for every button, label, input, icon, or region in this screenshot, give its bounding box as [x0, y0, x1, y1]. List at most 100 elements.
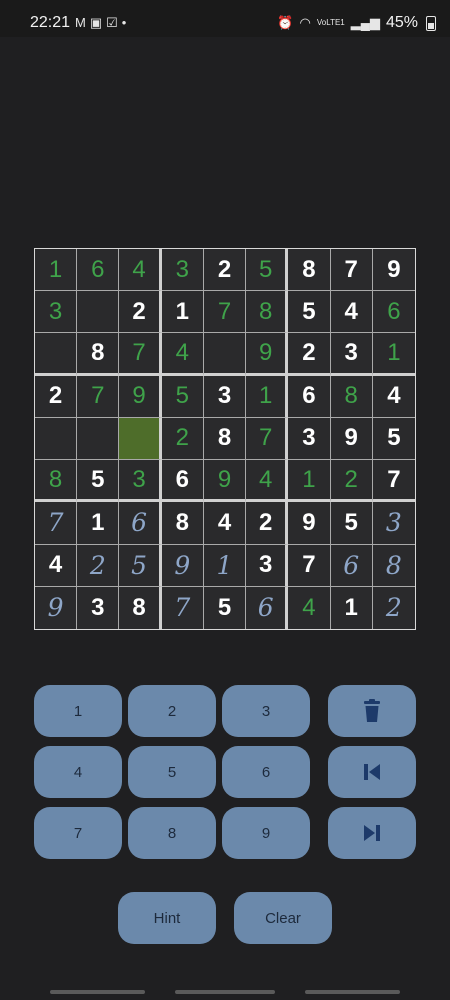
board-cell-r6c5[interactable]: 9: [203, 460, 247, 503]
board-cell-r9c6[interactable]: 6: [246, 586, 289, 629]
board-cell-r2c9[interactable]: 6: [372, 291, 415, 334]
board-cell-r2c6[interactable]: 8: [246, 291, 289, 334]
board-cell-r7c1[interactable]: 7: [35, 502, 78, 545]
board-cell-r5c1[interactable]: [35, 417, 78, 461]
board-cell-r8c3[interactable]: 5: [119, 544, 162, 587]
notification-icons: M▣☑•: [75, 15, 130, 31]
board-cell-r5c9[interactable]: 5: [372, 417, 415, 461]
board-cell-r7c8[interactable]: 5: [330, 502, 373, 545]
board-cell-r9c7[interactable]: 4: [288, 586, 331, 629]
board-cell-r9c9[interactable]: 2: [372, 586, 415, 629]
nav-back-hint: [305, 990, 400, 994]
board-cell-r6c1[interactable]: 8: [35, 460, 78, 503]
board-cell-r7c6[interactable]: 2: [246, 502, 289, 545]
board-cell-r3c5[interactable]: [203, 333, 247, 376]
board-cell-r1c5[interactable]: 2: [203, 249, 247, 292]
status-right: ⏰ ◠ VoLTE1 ▂▄▆ 45%: [277, 14, 436, 32]
key-4[interactable]: 4: [34, 746, 122, 798]
board-cell-r9c2[interactable]: 3: [77, 586, 120, 629]
board-cell-r8c8[interactable]: 6: [330, 544, 373, 587]
board-cell-r7c3[interactable]: 6: [119, 502, 162, 545]
board-cell-r1c9[interactable]: 9: [372, 249, 415, 292]
board-cell-r8c7[interactable]: 7: [288, 544, 331, 587]
board-cell-r1c2[interactable]: 6: [77, 249, 120, 292]
previous-button[interactable]: [328, 746, 416, 798]
board-cell-r5c6[interactable]: 7: [246, 417, 289, 461]
key-6[interactable]: 6: [222, 746, 310, 798]
board-cell-r3c8[interactable]: 3: [330, 333, 373, 376]
board-cell-r4c4[interactable]: 5: [161, 375, 204, 418]
board-cell-r6c8[interactable]: 2: [330, 460, 373, 503]
board-cell-r4c2[interactable]: 7: [77, 375, 120, 418]
board-cell-r5c5[interactable]: 8: [203, 417, 247, 461]
board-cell-r7c9[interactable]: 3: [372, 502, 415, 545]
board-cell-r5c8[interactable]: 9: [330, 417, 373, 461]
board-cell-r7c2[interactable]: 1: [77, 502, 120, 545]
board-cell-r6c4[interactable]: 6: [161, 460, 204, 503]
board-cell-r9c5[interactable]: 5: [203, 586, 247, 629]
board-cell-r6c2[interactable]: 5: [77, 460, 120, 503]
board-cell-r3c2[interactable]: 8: [77, 333, 120, 376]
board-cell-r9c8[interactable]: 1: [330, 586, 373, 629]
board-cell-r2c3[interactable]: 2: [119, 291, 162, 334]
gmail-icon: M: [75, 15, 90, 30]
board-cell-r5c7[interactable]: 3: [288, 417, 331, 461]
board-cell-r7c4[interactable]: 8: [161, 502, 204, 545]
board-cell-r2c7[interactable]: 5: [288, 291, 331, 334]
board-cell-r4c6[interactable]: 1: [246, 375, 289, 418]
board-cell-r6c6[interactable]: 4: [246, 460, 289, 503]
key-9[interactable]: 9: [222, 807, 310, 859]
board-cell-r9c1[interactable]: 9: [35, 586, 78, 629]
board-cell-r8c5[interactable]: 1: [203, 544, 247, 587]
hint-button[interactable]: Hint: [118, 892, 216, 944]
board-cell-r3c4[interactable]: 4: [161, 333, 204, 376]
board-cell-r6c7[interactable]: 1: [288, 460, 331, 503]
board-cell-r1c7[interactable]: 8: [288, 249, 331, 292]
board-cell-r4c9[interactable]: 4: [372, 375, 415, 418]
board-cell-r9c4[interactable]: 7: [161, 586, 204, 629]
key-2[interactable]: 2: [128, 685, 216, 737]
board-cell-r5c4[interactable]: 2: [161, 417, 204, 461]
board-cell-r4c8[interactable]: 8: [330, 375, 373, 418]
board-cell-r4c7[interactable]: 6: [288, 375, 331, 418]
board-cell-r6c9[interactable]: 7: [372, 460, 415, 503]
nav-recents-hint: [50, 990, 145, 994]
board-cell-r1c1[interactable]: 1: [35, 249, 78, 292]
next-button[interactable]: [328, 807, 416, 859]
board-cell-r4c3[interactable]: 9: [119, 375, 162, 418]
board-cell-r8c4[interactable]: 9: [161, 544, 204, 587]
key-8[interactable]: 8: [128, 807, 216, 859]
board-cell-r8c6[interactable]: 3: [246, 544, 289, 587]
board-cell-r9c3[interactable]: 8: [119, 586, 162, 629]
board-cell-r8c9[interactable]: 8: [372, 544, 415, 587]
board-cell-r5c3[interactable]: [119, 417, 162, 461]
board-cell-r7c7[interactable]: 9: [288, 502, 331, 545]
board-cell-r2c5[interactable]: 7: [203, 291, 247, 334]
board-cell-r2c1[interactable]: 3: [35, 291, 78, 334]
board-cell-r1c4[interactable]: 3: [161, 249, 204, 292]
clear-button[interactable]: Clear: [234, 892, 332, 944]
board-cell-r3c3[interactable]: 7: [119, 333, 162, 376]
board-cell-r5c2[interactable]: [77, 417, 120, 461]
key-5[interactable]: 5: [128, 746, 216, 798]
board-cell-r4c1[interactable]: 2: [35, 375, 78, 418]
board-cell-r3c1[interactable]: [35, 333, 78, 376]
board-cell-r1c3[interactable]: 4: [119, 249, 162, 292]
board-cell-r8c1[interactable]: 4: [35, 544, 78, 587]
board-cell-r3c9[interactable]: 1: [372, 333, 415, 376]
board-cell-r3c6[interactable]: 9: [246, 333, 289, 376]
board-cell-r2c8[interactable]: 4: [330, 291, 373, 334]
board-cell-r1c8[interactable]: 7: [330, 249, 373, 292]
board-cell-r7c5[interactable]: 4: [203, 502, 247, 545]
delete-button[interactable]: [328, 685, 416, 737]
board-cell-r3c7[interactable]: 2: [288, 333, 331, 376]
board-cell-r4c5[interactable]: 3: [203, 375, 247, 418]
key-3[interactable]: 3: [222, 685, 310, 737]
board-cell-r2c2[interactable]: [77, 291, 120, 334]
key-1[interactable]: 1: [34, 685, 122, 737]
board-cell-r6c3[interactable]: 3: [119, 460, 162, 503]
key-7[interactable]: 7: [34, 807, 122, 859]
board-cell-r8c2[interactable]: 2: [77, 544, 120, 587]
board-cell-r2c4[interactable]: 1: [161, 291, 204, 334]
board-cell-r1c6[interactable]: 5: [246, 249, 289, 292]
